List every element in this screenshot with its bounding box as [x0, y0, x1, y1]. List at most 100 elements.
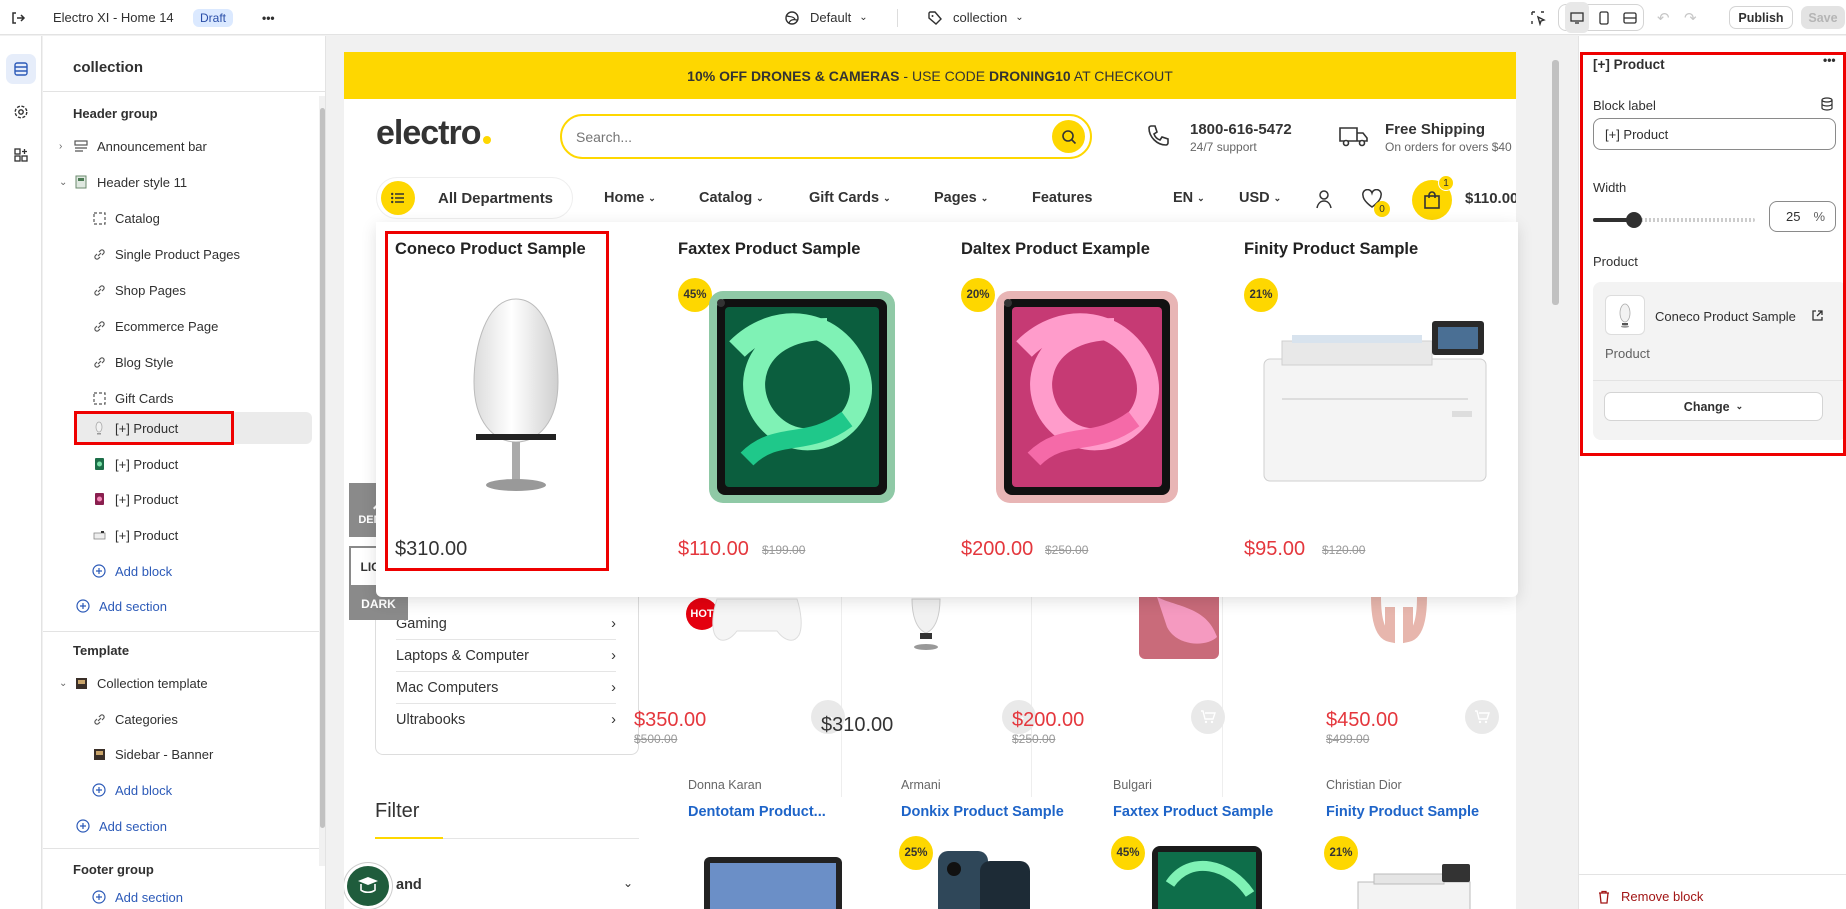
category-ultrabooks[interactable]: Ultrabooks ›: [396, 704, 616, 736]
mega-product-title[interactable]: Daltex Product Example: [961, 240, 1150, 259]
block-label-input[interactable]: [1593, 118, 1836, 150]
tree-item-product[interactable]: [+] Product: [91, 484, 178, 514]
chevron-down-icon[interactable]: ⌄: [59, 678, 73, 689]
template-select[interactable]: Default ⌄: [784, 0, 868, 35]
tag-icon: [928, 10, 942, 25]
apps-tab[interactable]: [6, 140, 36, 170]
nav-pages[interactable]: Pages ⌄: [934, 190, 988, 206]
discount-badge: 25%: [899, 836, 933, 870]
more-actions-button[interactable]: •••: [262, 0, 275, 35]
search-icon: [1061, 129, 1076, 144]
width-slider-thumb[interactable]: [1625, 212, 1642, 228]
tree-scrollbar-thumb[interactable]: [320, 108, 325, 828]
width-number-field[interactable]: 25 %: [1769, 201, 1836, 232]
tree-item-gift-cards[interactable]: Gift Cards: [91, 383, 174, 413]
printer-image[interactable]: [1262, 319, 1488, 485]
nav-home[interactable]: Home ⌄: [604, 190, 656, 206]
product-title-link[interactable]: Faxtex Product Sample: [1113, 804, 1273, 820]
change-product-button[interactable]: Change ⌄: [1604, 392, 1823, 421]
all-departments-button[interactable]: All Departments: [376, 177, 573, 219]
tree-item-categories[interactable]: Categories: [91, 704, 178, 734]
add-block-label: Add block: [115, 563, 173, 579]
filter-heading: Filter: [375, 800, 420, 822]
tree-item-shop-pages[interactable]: Shop Pages: [91, 275, 186, 305]
add-section-button[interactable]: Add section: [75, 811, 167, 841]
external-link-icon[interactable]: [1811, 309, 1824, 322]
add-to-cart-button[interactable]: [1465, 700, 1499, 734]
redo-icon[interactable]: ↷: [1684, 0, 1697, 35]
undo-icon[interactable]: ↶: [1657, 0, 1670, 35]
category-label: Laptops & Computer: [396, 647, 529, 664]
tree-item-label: Categories: [115, 711, 178, 727]
tree-item-label: Shop Pages: [115, 282, 186, 298]
add-block-button[interactable]: Add block: [91, 775, 172, 805]
tree-item-header-style[interactable]: ⌄ Header style 11: [59, 167, 187, 197]
nav-gift-cards[interactable]: Gift Cards ⌄: [809, 190, 891, 206]
publish-button[interactable]: Publish: [1729, 6, 1793, 29]
tree-item-label: Header style 11: [97, 174, 188, 190]
product-name-link[interactable]: Coneco Product Sample: [1655, 309, 1796, 324]
brand-filter-label[interactable]: and: [396, 877, 422, 893]
product-title-link[interactable]: Finity Product Sample: [1326, 804, 1479, 820]
add-to-cart-button[interactable]: [1191, 700, 1225, 734]
announcement-bar[interactable]: 10% OFF DRONES & CAMERAS - USE CODE DRON…: [344, 52, 1516, 99]
tree-item-ecommerce-page[interactable]: Ecommerce Page: [91, 311, 218, 341]
tree-item-product[interactable]: [+] Product: [91, 449, 178, 479]
mega-product-title[interactable]: Coneco Product Sample: [395, 240, 586, 259]
store-logo[interactable]: electro: [376, 114, 491, 153]
tree-item-collection-template[interactable]: ⌄ Collection template: [59, 668, 208, 698]
nav-features[interactable]: Features: [1032, 190, 1092, 206]
theme-settings-tab[interactable]: [6, 97, 36, 127]
tree-item-product[interactable]: [+] Product: [91, 520, 178, 550]
language-select[interactable]: EN ⌄: [1173, 190, 1205, 206]
search-input[interactable]: [576, 127, 1016, 147]
search-button[interactable]: [1052, 120, 1085, 153]
tree-item-blog-style[interactable]: Blog Style: [91, 347, 174, 377]
tree-item-product-selected[interactable]: [+] Product: [91, 413, 178, 443]
more-options-icon[interactable]: •••: [1823, 53, 1836, 67]
tablet-pink-image[interactable]: [994, 289, 1180, 505]
tablet-green-image[interactable]: [707, 289, 897, 505]
database-icon[interactable]: [1820, 97, 1834, 111]
desktop-view-button[interactable]: [1565, 2, 1589, 33]
speaker-image[interactable]: [466, 297, 566, 497]
category-mac[interactable]: Mac Computers ›: [396, 672, 616, 704]
product-title-link[interactable]: Dentotam Product...: [688, 804, 826, 820]
tree-item-single-product-pages[interactable]: Single Product Pages: [91, 239, 240, 269]
search-bar[interactable]: [560, 114, 1092, 159]
tree-item-sidebar-banner[interactable]: Sidebar - Banner: [91, 739, 213, 769]
exit-button[interactable]: [10, 0, 26, 35]
chevron-down-icon[interactable]: ⌄: [623, 876, 633, 890]
announcement-bold: 10% OFF DRONES & CAMERAS: [687, 67, 900, 84]
divider: [841, 597, 842, 797]
preview-scrollbar-thumb[interactable]: [1552, 60, 1559, 305]
remove-block-button[interactable]: Remove block: [1597, 889, 1703, 904]
phone-number[interactable]: 1800-616-5472: [1190, 121, 1292, 138]
chevron-right-icon[interactable]: ›: [59, 141, 73, 152]
chat-widget-icon[interactable]: [344, 863, 392, 909]
tree-item-announcement-bar[interactable]: › Announcement bar: [59, 131, 207, 161]
chevron-down-icon[interactable]: ⌄: [59, 177, 73, 188]
mega-product-title[interactable]: Finity Product Sample: [1244, 240, 1418, 259]
page-select[interactable]: collection ⌄: [927, 0, 1024, 35]
sections-tab[interactable]: [6, 54, 36, 84]
add-block-button[interactable]: Add block: [91, 556, 172, 586]
tree-item-label: Single Product Pages: [115, 246, 241, 262]
currency-select[interactable]: USD ⌄: [1239, 190, 1281, 206]
mega-product-title[interactable]: Faxtex Product Sample: [678, 240, 860, 259]
nav-catalog[interactable]: Catalog ⌄: [699, 190, 764, 206]
add-section-button[interactable]: Add section: [91, 886, 183, 908]
save-button[interactable]: Save: [1801, 6, 1845, 29]
fullwidth-view-button[interactable]: [1618, 0, 1642, 35]
category-laptops[interactable]: Laptops & Computer ›: [396, 640, 616, 672]
add-section-button[interactable]: Add section: [75, 591, 167, 621]
category-gaming[interactable]: Gaming ›: [396, 608, 616, 640]
account-icon[interactable]: [1314, 189, 1334, 209]
inspector-button[interactable]: [1530, 0, 1546, 35]
product-title-link[interactable]: Donkix Product Sample: [901, 804, 1064, 820]
divider: [1593, 380, 1846, 381]
tree-item-catalog[interactable]: Catalog: [91, 203, 160, 233]
chevron-down-icon: ⌄: [756, 192, 764, 203]
mobile-view-button[interactable]: [1592, 0, 1616, 35]
tree-item-label: [+] Product: [115, 491, 179, 507]
